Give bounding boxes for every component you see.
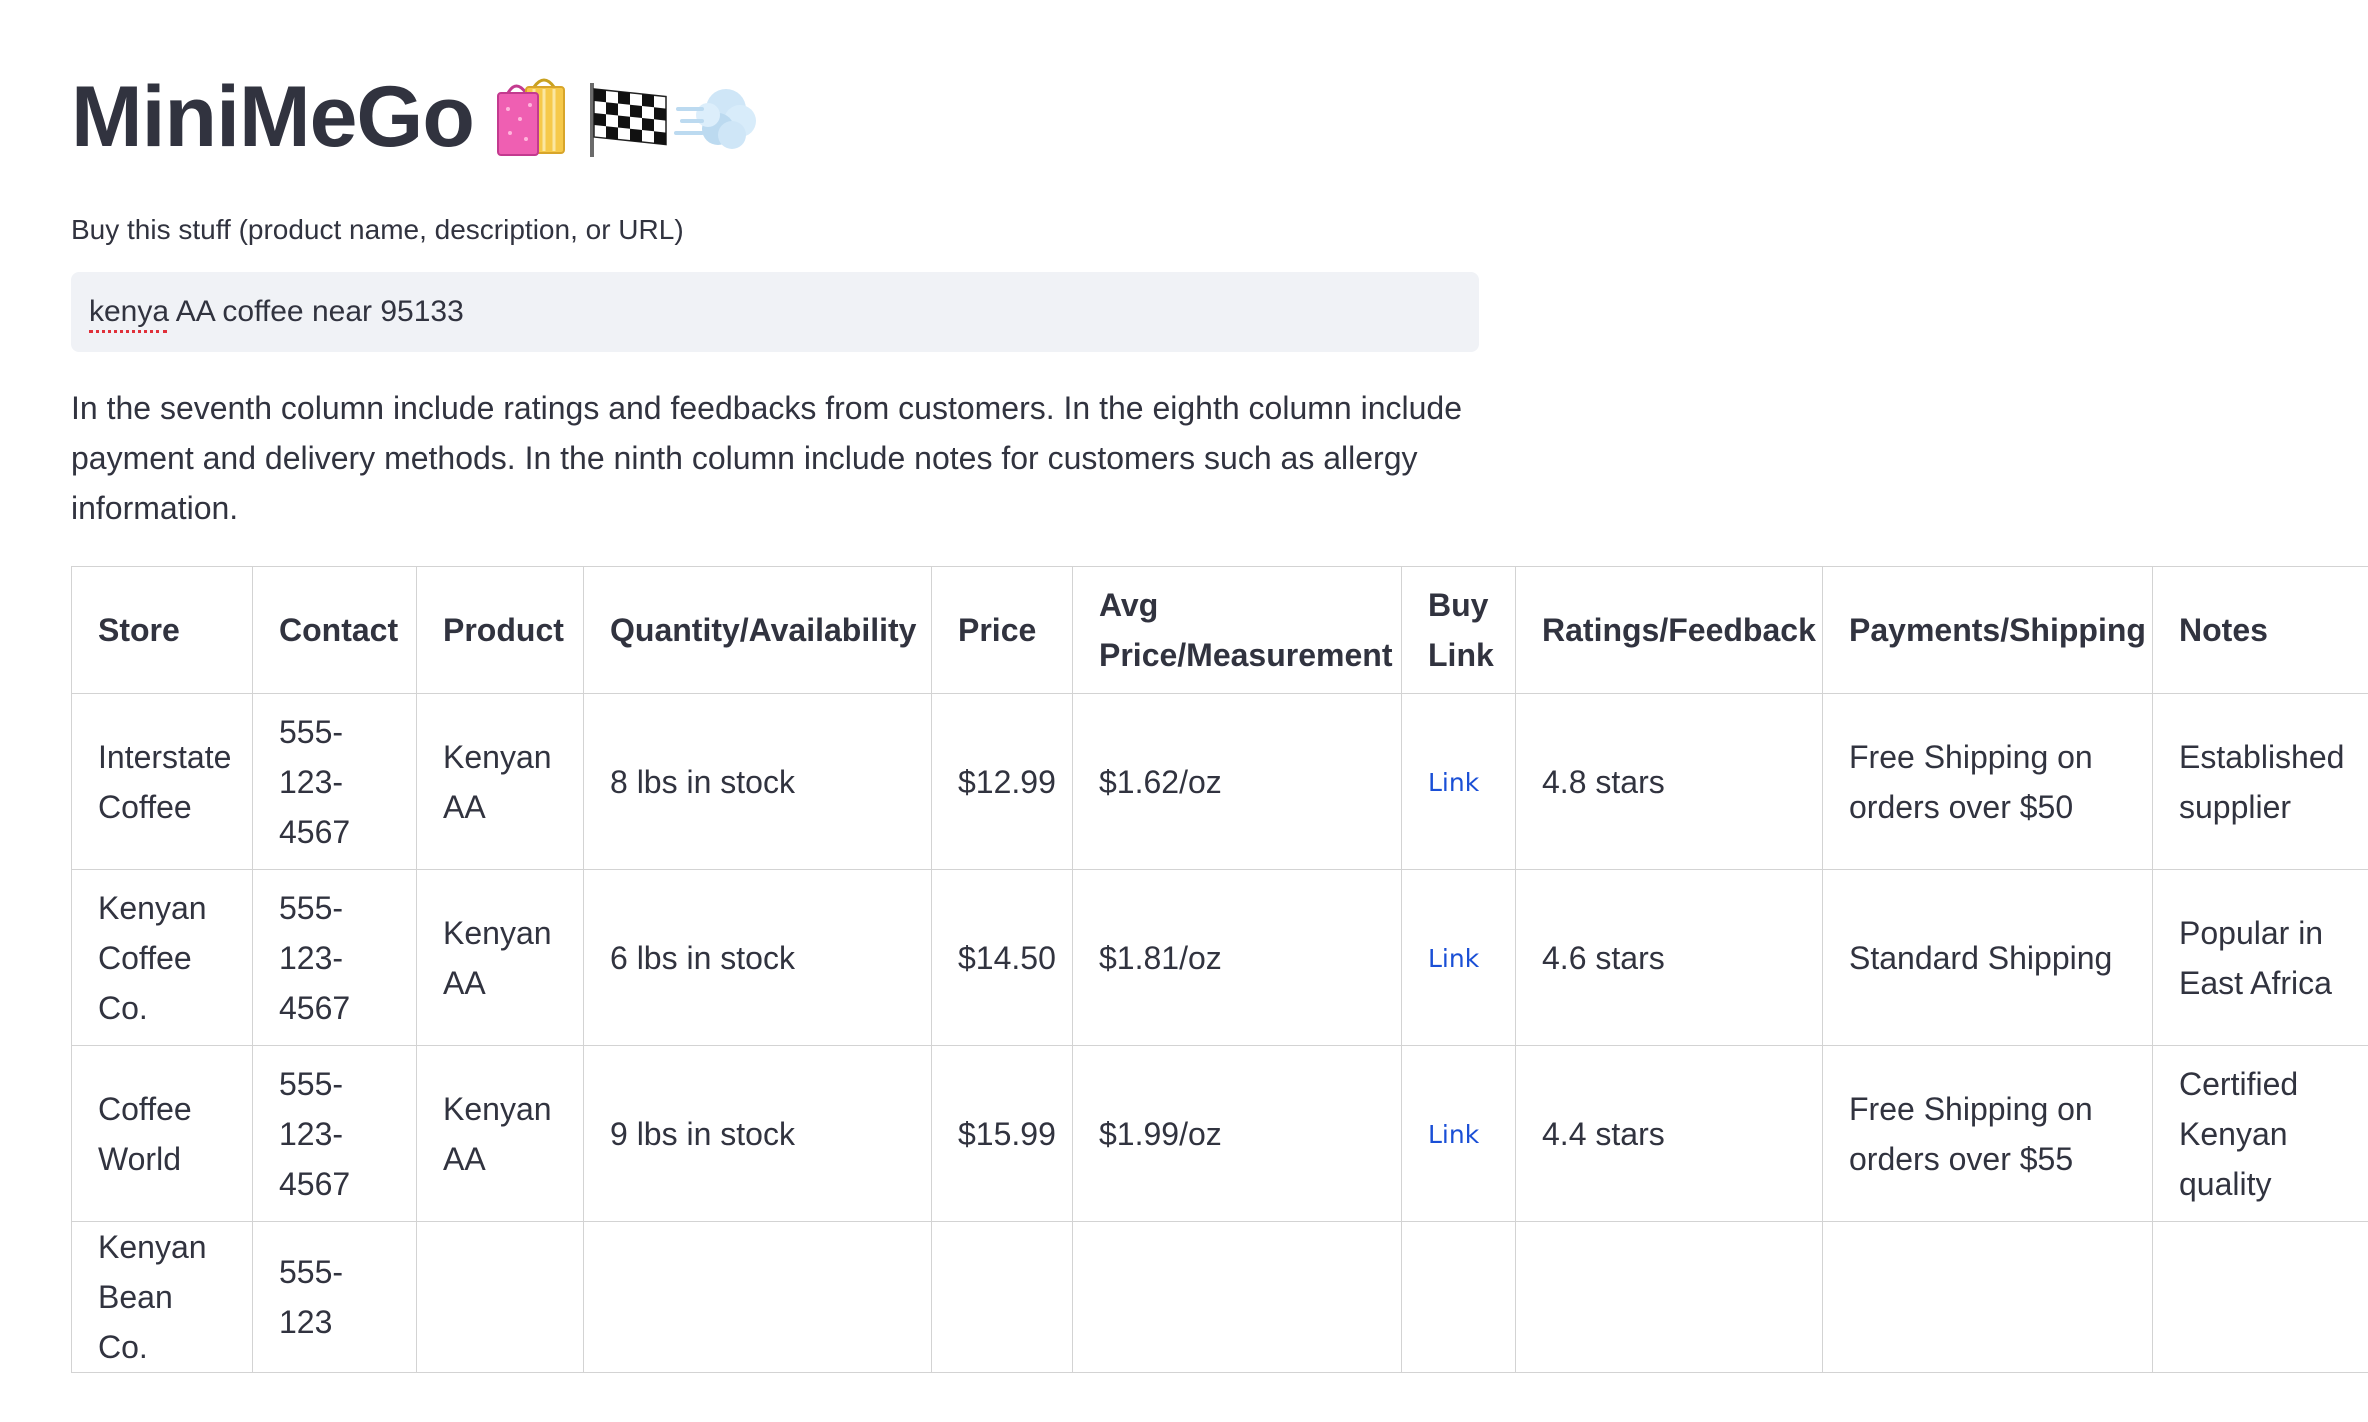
column-header: Notes bbox=[2152, 566, 2368, 694]
table-cell: Kenyan Bean Co. bbox=[71, 1221, 253, 1373]
search-input[interactable] bbox=[71, 272, 1479, 352]
table-cell: Link bbox=[1401, 693, 1516, 870]
column-header: Ratings/Feedback bbox=[1515, 566, 1823, 694]
buy-link[interactable]: Link bbox=[1428, 944, 1479, 973]
table-cell: Standard Shipping bbox=[1822, 869, 2153, 1046]
table-cell bbox=[416, 1221, 584, 1373]
table-cell: $12.99 bbox=[931, 693, 1073, 870]
table-row: Interstate Coffee 555-123-4567 Kenyan AA… bbox=[71, 693, 2368, 870]
shopping-bags-icon bbox=[496, 78, 565, 156]
title-emoji-group bbox=[494, 75, 764, 161]
column-header: Product bbox=[416, 566, 584, 694]
wind-puff-icon bbox=[673, 88, 756, 149]
page-title-text: MiniMeGo bbox=[71, 69, 475, 165]
instructions-text: In the seventh column include ratings an… bbox=[71, 390, 1462, 526]
table-cell: $1.99/oz bbox=[1072, 1045, 1402, 1222]
table-row: Kenyan Bean Co. 555-123 bbox=[71, 1221, 2368, 1373]
table-cell: $1.81/oz bbox=[1072, 869, 1402, 1046]
table-cell: Kenyan Coffee Co. bbox=[71, 869, 253, 1046]
table-cell bbox=[1822, 1221, 2153, 1373]
column-header: Quantity/Availability bbox=[583, 566, 932, 694]
search-input-container bbox=[71, 272, 1479, 352]
column-header: Store bbox=[71, 566, 253, 694]
page-title: MiniMeGo bbox=[71, 68, 764, 167]
table-cell bbox=[583, 1221, 932, 1373]
column-header: Price bbox=[931, 566, 1073, 694]
table-cell: Free Shipping on orders over $55 bbox=[1822, 1045, 2153, 1222]
table-cell: 555-123-4567 bbox=[252, 693, 417, 870]
table-cell: Link bbox=[1401, 869, 1516, 1046]
table-cell: Kenyan AA bbox=[416, 693, 584, 870]
buy-link[interactable]: Link bbox=[1428, 768, 1479, 797]
table-cell: 4.4 stars bbox=[1515, 1045, 1823, 1222]
table-cell: 6 lbs in stock bbox=[583, 869, 932, 1046]
search-input-label: Buy this stuff (product name, descriptio… bbox=[71, 214, 684, 245]
table-header-row: Store Contact Product Quantity/Availabil… bbox=[71, 566, 2368, 694]
table-cell: Kenyan AA bbox=[416, 1045, 584, 1222]
table-row: Kenyan Coffee Co. 555-123-4567 Kenyan AA… bbox=[71, 869, 2368, 1046]
table-cell bbox=[1072, 1221, 1402, 1373]
table-cell: $1.62/oz bbox=[1072, 693, 1402, 870]
table-cell: Free Shipping on orders over $50 bbox=[1822, 693, 2153, 870]
column-header: Payments/Shipping bbox=[1822, 566, 2153, 694]
table-cell: $15.99 bbox=[931, 1045, 1073, 1222]
table-cell bbox=[1401, 1221, 1516, 1373]
table-cell: Kenyan AA bbox=[416, 869, 584, 1046]
table-row: Coffee World 555-123-4567 Kenyan AA 9 lb… bbox=[71, 1045, 2368, 1222]
table-cell bbox=[1515, 1221, 1823, 1373]
checkered-flag-icon bbox=[589, 82, 667, 157]
results-table: Store Contact Product Quantity/Availabil… bbox=[71, 566, 2368, 1373]
table-cell bbox=[2152, 1221, 2368, 1373]
table-cell: 555-123-4567 bbox=[252, 869, 417, 1046]
buy-link[interactable]: Link bbox=[1428, 1120, 1479, 1149]
table-cell: $14.50 bbox=[931, 869, 1073, 1046]
column-header: Avg Price/Measurement bbox=[1072, 566, 1402, 694]
results-table-container: Store Contact Product Quantity/Availabil… bbox=[71, 566, 2368, 1373]
table-cell: 555-123-4567 bbox=[252, 1045, 417, 1222]
table-cell: 4.8 stars bbox=[1515, 693, 1823, 870]
table-cell: Interstate Coffee bbox=[71, 693, 253, 870]
table-cell bbox=[931, 1221, 1073, 1373]
table-cell: 4.6 stars bbox=[1515, 869, 1823, 1046]
column-header: Buy Link bbox=[1401, 566, 1516, 694]
table-cell: Coffee World bbox=[71, 1045, 253, 1222]
table-cell: Popular in East Africa bbox=[2152, 869, 2368, 1046]
table-cell: 555-123 bbox=[252, 1221, 417, 1373]
table-cell: Established supplier bbox=[2152, 693, 2368, 870]
table-cell: 9 lbs in stock bbox=[583, 1045, 932, 1222]
table-cell: Certified Kenyan quality bbox=[2152, 1045, 2368, 1222]
column-header: Contact bbox=[252, 566, 417, 694]
table-cell: 8 lbs in stock bbox=[583, 693, 932, 870]
table-cell: Link bbox=[1401, 1045, 1516, 1222]
app-page: MiniMeGo Buy this stuff (product name, d… bbox=[0, 0, 2368, 1422]
